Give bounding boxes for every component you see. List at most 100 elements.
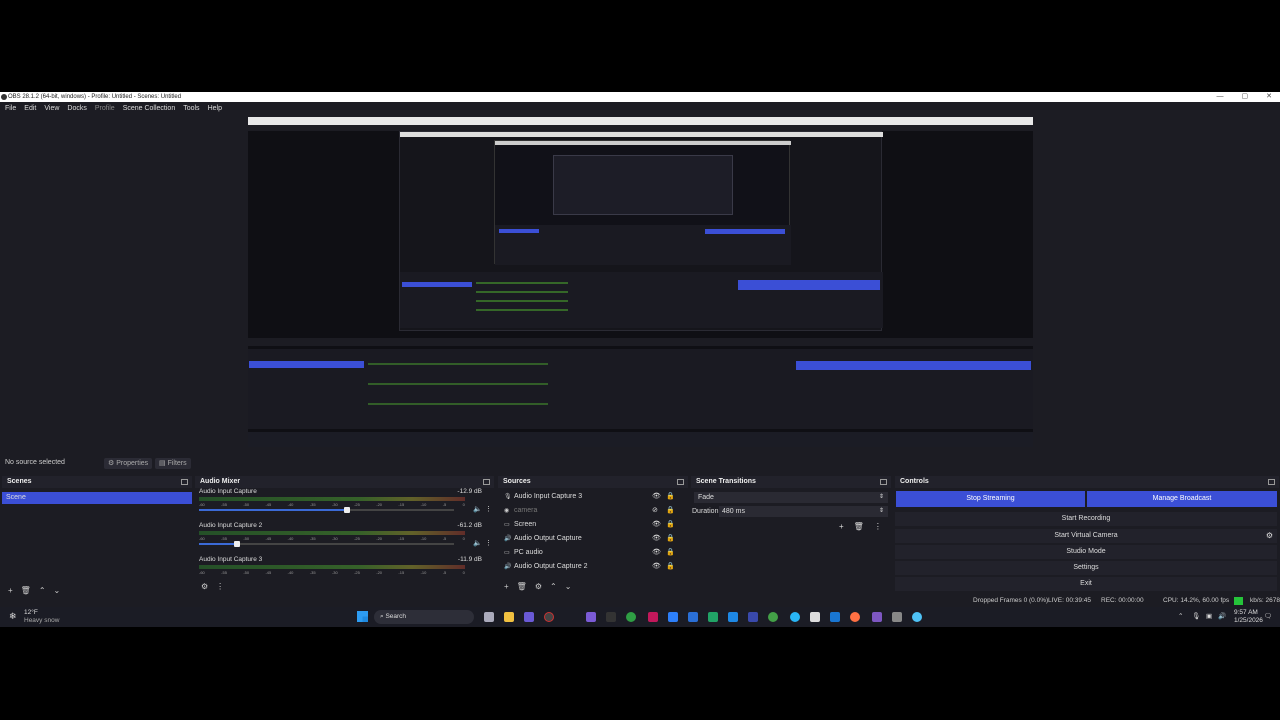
lock-icon[interactable]: 🔒 <box>666 532 675 546</box>
source-item[interactable]: 🎙 Audio Input Capture 3 👁 🔒 <box>498 490 688 504</box>
source-item[interactable]: 🔊 Audio Output Capture 2 👁 🔒 <box>498 560 688 574</box>
menu-tools[interactable]: Tools <box>183 102 199 116</box>
lock-icon[interactable]: 🔒 <box>666 518 675 532</box>
slider-handle[interactable] <box>234 541 241 547</box>
transition-select[interactable]: Fade ⇕ <box>694 492 888 503</box>
menu-profile[interactable]: Profile <box>95 102 115 116</box>
app-icon[interactable] <box>892 612 902 622</box>
app-icon[interactable] <box>728 612 738 622</box>
lock-icon[interactable]: 🔒 <box>666 560 675 574</box>
start-virtual-camera-button[interactable]: Start Virtual Camera <box>895 529 1277 543</box>
remove-transition-button[interactable]: 🗑 <box>854 522 864 531</box>
gear-icon[interactable]: ⚙ <box>1266 531 1273 540</box>
visibility-icon[interactable]: 👁 <box>652 518 661 532</box>
more-icon[interactable]: ⋮ <box>485 539 492 547</box>
volume-slider[interactable] <box>199 507 454 513</box>
scene-item[interactable]: Scene <box>2 492 192 504</box>
weather-icon[interactable]: ❄ <box>9 611 17 622</box>
chrome-icon[interactable] <box>626 612 636 622</box>
maximize-button[interactable]: ▢ <box>1242 92 1249 102</box>
visibility-icon[interactable]: 👁 <box>652 546 661 560</box>
visibility-icon[interactable]: 👁 <box>652 490 661 504</box>
app-icon[interactable] <box>768 612 778 622</box>
visibility-icon[interactable]: 👁 <box>652 532 661 546</box>
stop-streaming-button[interactable]: Stop Streaming <box>896 491 1085 507</box>
app-icon[interactable] <box>830 612 840 622</box>
settings-button[interactable]: Settings <box>895 561 1277 575</box>
chevron-up-icon[interactable]: ⌃ <box>1178 612 1183 620</box>
app-icon[interactable] <box>872 612 882 622</box>
source-properties-button[interactable]: ⚙ <box>535 582 542 591</box>
app-icon[interactable] <box>688 612 698 622</box>
excel-icon[interactable] <box>708 612 718 622</box>
clock-time[interactable]: 9:57 AM <box>1234 609 1258 616</box>
move-scene-down-button[interactable]: ⌄ <box>54 586 61 595</box>
advanced-audio-icon[interactable]: ⚙ <box>201 582 208 591</box>
volume-slider[interactable] <box>199 541 454 547</box>
menu-view[interactable]: View <box>44 102 59 116</box>
remove-scene-button[interactable]: 🗑 <box>21 586 31 595</box>
more-icon[interactable]: ⋮ <box>485 505 492 513</box>
manage-broadcast-button[interactable]: Manage Broadcast <box>1087 491 1277 507</box>
undock-icon[interactable] <box>880 479 887 485</box>
slider-handle[interactable] <box>343 507 350 513</box>
clock-date[interactable]: 1/25/2026 <box>1234 617 1263 624</box>
menu-help[interactable]: Help <box>208 102 222 116</box>
network-icon[interactable]: ▣ <box>1206 612 1212 620</box>
app-icon[interactable] <box>810 612 820 622</box>
source-item[interactable]: ◉ camera ⊘ 🔒 <box>498 504 688 518</box>
visibility-off-icon[interactable]: ⊘ <box>652 504 658 518</box>
add-source-button[interactable]: + <box>504 582 509 591</box>
move-scene-up-button[interactable]: ⌃ <box>39 586 46 595</box>
edge-icon[interactable] <box>790 612 800 622</box>
lock-icon[interactable]: 🔒 <box>666 490 675 504</box>
move-source-up-button[interactable]: ⌃ <box>550 582 557 591</box>
move-source-down-button[interactable]: ⌄ <box>565 582 572 591</box>
volume-icon[interactable]: 🔊 <box>1218 612 1226 620</box>
lock-icon[interactable]: 🔒 <box>666 504 675 518</box>
duration-spinbox[interactable]: 480 ms ⇕ <box>719 506 888 517</box>
notification-icon[interactable]: 🗨 <box>1264 612 1272 620</box>
firefox-icon[interactable] <box>850 612 860 622</box>
menu-file[interactable]: File <box>5 102 16 116</box>
app-icon[interactable] <box>648 612 658 622</box>
properties-button[interactable]: ⚙ Properties <box>104 458 153 469</box>
source-item[interactable]: ▭ PC audio 👁 🔒 <box>498 546 688 560</box>
undock-icon[interactable] <box>1268 479 1275 485</box>
task-view-icon[interactable] <box>484 612 494 622</box>
visibility-icon[interactable]: 👁 <box>652 560 661 574</box>
app-icon[interactable] <box>748 612 758 622</box>
source-item[interactable]: 🔊 Audio Output Capture 👁 🔒 <box>498 532 688 546</box>
mic-icon[interactable]: 🎙 <box>1192 612 1200 620</box>
file-explorer-icon[interactable] <box>504 612 514 622</box>
undock-icon[interactable] <box>181 479 188 485</box>
start-icon[interactable] <box>357 611 368 622</box>
filters-button[interactable]: ▤ Filters <box>155 458 191 469</box>
close-button[interactable]: ✕ <box>1266 92 1272 102</box>
menu-docks[interactable]: Docks <box>67 102 86 116</box>
obs-taskbar-icon[interactable] <box>544 612 554 622</box>
undock-icon[interactable] <box>677 479 684 485</box>
minimize-button[interactable]: — <box>1217 92 1224 102</box>
app-icon[interactable] <box>606 612 616 622</box>
taskbar-search[interactable]: ⌕ Search <box>374 610 474 624</box>
start-recording-button[interactable]: Start Recording <box>895 512 1277 526</box>
lock-icon[interactable]: 🔒 <box>666 546 675 560</box>
speaker-icon[interactable]: 🔈 <box>473 539 482 547</box>
spin-icon[interactable]: ⇕ <box>879 506 884 517</box>
remove-source-button[interactable]: 🗑 <box>517 582 527 591</box>
speaker-icon[interactable]: 🔈 <box>473 505 482 513</box>
preview-canvas[interactable] <box>248 117 1033 447</box>
app-icon[interactable] <box>586 612 596 622</box>
app-icon[interactable] <box>668 612 678 622</box>
undock-icon[interactable] <box>483 479 490 485</box>
studio-mode-button[interactable]: Studio Mode <box>895 545 1277 559</box>
add-transition-button[interactable]: + <box>839 522 844 531</box>
transition-menu-icon[interactable]: ⋮ <box>874 522 882 531</box>
add-scene-button[interactable]: + <box>8 586 13 595</box>
mixer-menu-icon[interactable]: ⋮ <box>216 582 224 591</box>
app-icon[interactable] <box>524 612 534 622</box>
app-icon[interactable] <box>912 612 922 622</box>
source-item[interactable]: ▭ Screen 👁 🔒 <box>498 518 688 532</box>
menu-edit[interactable]: Edit <box>24 102 36 116</box>
